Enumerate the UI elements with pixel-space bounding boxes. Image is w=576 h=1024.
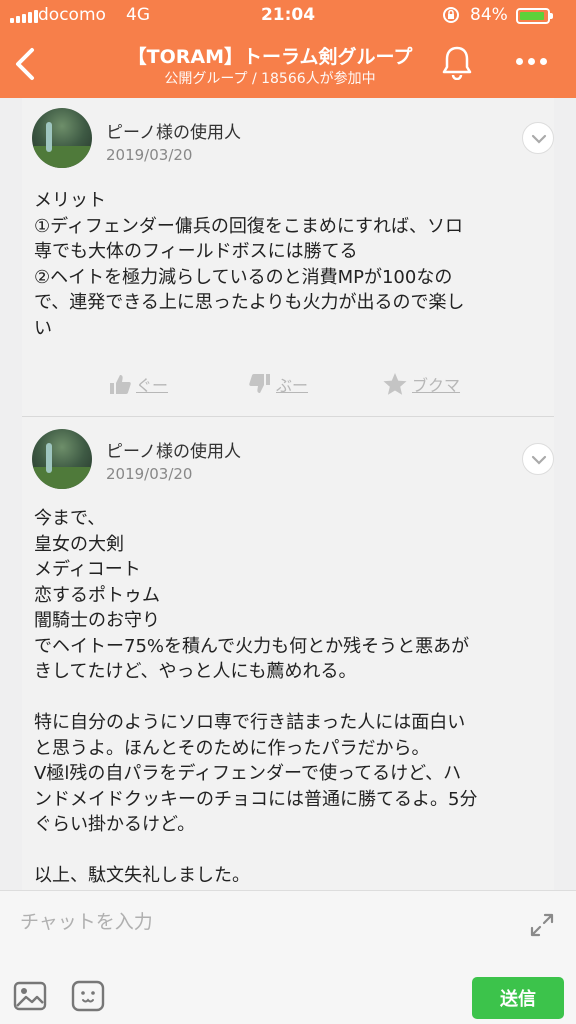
good-label: ぐー <box>136 376 169 395</box>
post-menu-button[interactable] <box>522 122 554 154</box>
post-line: でヘイトー75%を積んで火力も何とか残そうと悪あが <box>34 635 470 657</box>
good-button[interactable]: ぐー <box>108 372 168 396</box>
group-title[interactable]: 【TORAM】トーラム剣グループ <box>60 42 480 69</box>
post-feed: ピーノ様の使用人 2019/03/20 メリット ①ディフェンダー傭兵の回復をこ… <box>0 98 576 890</box>
sticker-icon[interactable] <box>70 979 106 1013</box>
group-subtitle: 公開グループ / 18566人が参加中 <box>164 71 376 87</box>
post-line: い <box>34 317 52 339</box>
post-line: 専でも大体のフィールドボスには勝てる <box>34 241 358 262</box>
chevron-down-icon <box>531 134 547 144</box>
bell-icon[interactable] <box>440 44 474 80</box>
post-line: 今まで、 <box>34 508 106 529</box>
post-actions: ぐー ぶー ブクマ <box>22 372 554 402</box>
star-icon <box>383 373 407 395</box>
status-bar: docomo 4G 21:04 84% <box>0 0 576 32</box>
chat-input[interactable]: チャットを入力 <box>20 907 153 934</box>
avatar[interactable] <box>32 429 92 489</box>
bookmark-label: ブクマ <box>412 376 461 395</box>
more-menu-icon[interactable] <box>516 58 547 65</box>
post-line: 恋するポトゥム <box>34 584 160 606</box>
app-header: docomo 4G 21:04 84% 【TORAM】トーラム剣グループ 公開グ… <box>0 0 576 98</box>
post-body: 今まで、 皇女の大剣 メディコート 恋するポトゥム 闇騎士のお守り でヘイトー7… <box>34 506 544 889</box>
post-line: きしてたけど、やっと人にも薦めれる。 <box>34 661 357 682</box>
post-line <box>34 838 544 864</box>
post-author[interactable]: ピーノ様の使用人 <box>106 118 241 143</box>
post-date: 2019/03/20 <box>106 146 193 164</box>
post-line: で、連発できる上に思ったよりも火力が出るので楽し <box>34 292 465 313</box>
post-line: ンドメイドクッキーのチョコには普通に勝てるよ。5分 <box>34 788 478 810</box>
boo-label: ぶー <box>276 376 309 395</box>
post-line: メディコート <box>34 559 141 580</box>
battery-percent: 84% <box>470 5 508 25</box>
expand-icon[interactable] <box>528 911 556 939</box>
post-author[interactable]: ピーノ様の使用人 <box>106 437 241 462</box>
bookmark-button[interactable]: ブクマ <box>382 372 460 396</box>
post-card: ピーノ様の使用人 2019/03/20 メリット ①ディフェンダー傭兵の回復をこ… <box>22 98 554 416</box>
image-icon[interactable] <box>12 979 48 1013</box>
post-line: V極l残の自パラをディフェンダーで使ってるけど、ハ <box>34 763 462 784</box>
chevron-down-icon <box>531 455 547 465</box>
chat-input-bar: チャットを入力 送信 <box>0 890 576 1024</box>
post-line: 以上、駄文失礼しました。 <box>34 865 250 886</box>
post-body: メリット ①ディフェンダー傭兵の回復をこまめにすれば、ソロ 専でも大体のフィール… <box>34 188 544 341</box>
post-line: と思うよ。ほんとそのために作ったパラだから。 <box>34 737 430 759</box>
post-line: 特に自分のようにソロ専で行き詰まった人には面白い <box>34 712 466 733</box>
post-menu-button[interactable] <box>522 443 554 475</box>
rotation-lock-icon <box>443 7 459 23</box>
post-line: ぐらい掛かるけど。 <box>34 814 196 835</box>
post-line: 皇女の大剣 <box>34 533 124 555</box>
post-date: 2019/03/20 <box>106 465 193 483</box>
post-line: ①ディフェンダー傭兵の回復をこまめにすれば、ソロ <box>34 215 464 237</box>
boo-button[interactable]: ぶー <box>248 372 308 396</box>
post-card: ピーノ様の使用人 2019/03/20 今まで、 皇女の大剣 メディコート 恋す… <box>22 417 554 890</box>
post-line: ②ヘイトを極力減らしているのと消費MPが100なの <box>34 266 453 288</box>
post-line <box>34 685 544 711</box>
back-arrow-icon[interactable] <box>10 44 40 84</box>
avatar[interactable] <box>32 108 92 168</box>
thumbs-up-icon <box>110 375 131 394</box>
send-button[interactable]: 送信 <box>472 977 564 1019</box>
post-line: 闇騎士のお守り <box>34 610 160 631</box>
battery-icon <box>516 8 553 24</box>
post-line: メリット <box>34 190 106 211</box>
thumbs-down-icon <box>249 374 270 393</box>
